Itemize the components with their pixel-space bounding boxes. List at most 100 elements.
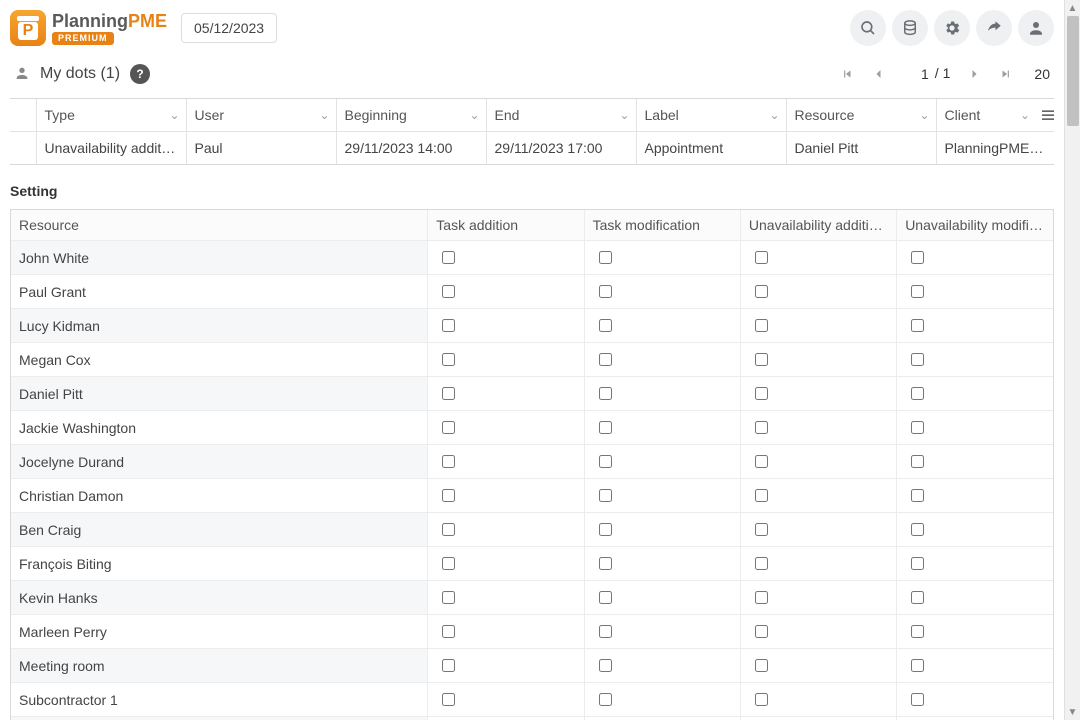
gear-icon <box>943 19 961 37</box>
checkbox-task-addition[interactable] <box>442 659 455 672</box>
cell-type: Unavailability addition <box>36 132 186 165</box>
app-logo[interactable]: PlanningPME PREMIUM <box>10 10 167 46</box>
checkbox-task-modification[interactable] <box>599 625 612 638</box>
checkbox-task-modification[interactable] <box>599 523 612 536</box>
checkbox-task-addition[interactable] <box>442 591 455 604</box>
checkbox-task-addition[interactable] <box>442 285 455 298</box>
scroll-thumb[interactable] <box>1067 16 1079 126</box>
col-type[interactable]: Type⌄ <box>36 99 186 132</box>
checkbox-task-addition[interactable] <box>442 625 455 638</box>
checkbox-task-addition[interactable] <box>442 455 455 468</box>
checkbox-task-modification[interactable] <box>599 251 612 264</box>
checkbox-unavailability-addition[interactable] <box>755 693 768 706</box>
checkbox-unavailability-addition[interactable] <box>755 319 768 332</box>
data-button[interactable] <box>892 10 928 46</box>
col-resource[interactable]: Resource <box>11 210 428 241</box>
resource-name: Paul Grant <box>11 275 428 309</box>
date-picker[interactable]: 05/12/2023 <box>181 13 277 43</box>
cell-unavailability-addition <box>740 581 896 615</box>
checkbox-task-modification[interactable] <box>599 353 612 366</box>
checkbox-unavailability-addition[interactable] <box>755 523 768 536</box>
settings-button[interactable] <box>934 10 970 46</box>
columns-menu-button[interactable] <box>1040 107 1054 126</box>
checkbox-task-addition[interactable] <box>442 319 455 332</box>
cell-user: Paul <box>186 132 336 165</box>
checkbox-unavailability-modification[interactable] <box>911 285 924 298</box>
checkbox-unavailability-modification[interactable] <box>911 591 924 604</box>
checkbox-unavailability-addition[interactable] <box>755 659 768 672</box>
col-client[interactable]: Client ⌄ <box>936 99 1054 132</box>
chevron-down-icon: ⌄ <box>1020 108 1030 122</box>
checkbox-unavailability-modification[interactable] <box>911 489 924 502</box>
search-button[interactable] <box>850 10 886 46</box>
pager-last-button[interactable] <box>992 60 1020 88</box>
checkbox-unavailability-modification[interactable] <box>911 353 924 366</box>
checkbox-task-modification[interactable] <box>599 285 612 298</box>
checkbox-unavailability-addition[interactable] <box>755 557 768 570</box>
help-button[interactable]: ? <box>130 64 150 84</box>
checkbox-unavailability-modification[interactable] <box>911 659 924 672</box>
checkbox-task-modification[interactable] <box>599 489 612 502</box>
share-button[interactable] <box>976 10 1012 46</box>
checkbox-task-addition[interactable] <box>442 353 455 366</box>
checkbox-unavailability-addition[interactable] <box>755 353 768 366</box>
col-label[interactable]: Label⌄ <box>636 99 786 132</box>
col-end[interactable]: End⌄ <box>486 99 636 132</box>
checkbox-task-modification[interactable] <box>599 319 612 332</box>
checkbox-task-modification[interactable] <box>599 693 612 706</box>
col-resource[interactable]: Resource⌄ <box>786 99 936 132</box>
col-task-addition[interactable]: Task addition <box>428 210 584 241</box>
resource-name: Ben Craig <box>11 513 428 547</box>
checkbox-task-addition[interactable] <box>442 523 455 536</box>
page-scrollbar[interactable]: ▲ ▼ <box>1064 0 1080 720</box>
checkbox-unavailability-modification[interactable] <box>911 251 924 264</box>
checkbox-unavailability-modification[interactable] <box>911 625 924 638</box>
checkbox-task-addition[interactable] <box>442 387 455 400</box>
page-current-input[interactable] <box>903 65 931 83</box>
pager-prev-button[interactable] <box>865 60 893 88</box>
checkbox-unavailability-modification[interactable] <box>911 421 924 434</box>
checkbox-unavailability-addition[interactable] <box>755 591 768 604</box>
col-user[interactable]: User⌄ <box>186 99 336 132</box>
checkbox-task-addition[interactable] <box>442 489 455 502</box>
event-row[interactable]: Unavailability addition Paul 29/11/2023 … <box>10 132 1054 165</box>
checkbox-task-addition[interactable] <box>442 421 455 434</box>
row-expander[interactable] <box>10 132 36 165</box>
checkbox-unavailability-modification[interactable] <box>911 455 924 468</box>
col-task-modification[interactable]: Task modification <box>584 210 740 241</box>
search-icon <box>859 19 877 37</box>
col-unavailability-addition[interactable]: Unavailability additio… <box>740 210 896 241</box>
checkbox-unavailability-modification[interactable] <box>911 693 924 706</box>
pager-first-button[interactable] <box>833 60 861 88</box>
cell-task-modification <box>584 309 740 343</box>
checkbox-unavailability-addition[interactable] <box>755 489 768 502</box>
pager-next-button[interactable] <box>960 60 988 88</box>
checkbox-unavailability-addition[interactable] <box>755 387 768 400</box>
col-unavailability-modification[interactable]: Unavailability modific… <box>897 210 1053 241</box>
checkbox-unavailability-addition[interactable] <box>755 421 768 434</box>
page-size: 20 <box>1034 66 1050 82</box>
checkbox-task-modification[interactable] <box>599 421 612 434</box>
checkbox-task-addition[interactable] <box>442 251 455 264</box>
cell-unavailability-modification <box>897 615 1053 649</box>
resource-name: Daniel Pitt <box>11 377 428 411</box>
checkbox-unavailability-addition[interactable] <box>755 455 768 468</box>
checkbox-task-addition[interactable] <box>442 557 455 570</box>
checkbox-unavailability-addition[interactable] <box>755 285 768 298</box>
user-button[interactable] <box>1018 10 1054 46</box>
checkbox-unavailability-modification[interactable] <box>911 319 924 332</box>
resource-name: Christian Damon <box>11 479 428 513</box>
checkbox-task-modification[interactable] <box>599 455 612 468</box>
cell-unavailability-addition <box>740 377 896 411</box>
checkbox-unavailability-addition[interactable] <box>755 251 768 264</box>
checkbox-unavailability-addition[interactable] <box>755 625 768 638</box>
col-beginning[interactable]: Beginning⌄ <box>336 99 486 132</box>
checkbox-task-addition[interactable] <box>442 693 455 706</box>
checkbox-task-modification[interactable] <box>599 557 612 570</box>
checkbox-unavailability-modification[interactable] <box>911 557 924 570</box>
checkbox-task-modification[interactable] <box>599 591 612 604</box>
checkbox-unavailability-modification[interactable] <box>911 523 924 536</box>
checkbox-task-modification[interactable] <box>599 659 612 672</box>
checkbox-unavailability-modification[interactable] <box>911 387 924 400</box>
checkbox-task-modification[interactable] <box>599 387 612 400</box>
